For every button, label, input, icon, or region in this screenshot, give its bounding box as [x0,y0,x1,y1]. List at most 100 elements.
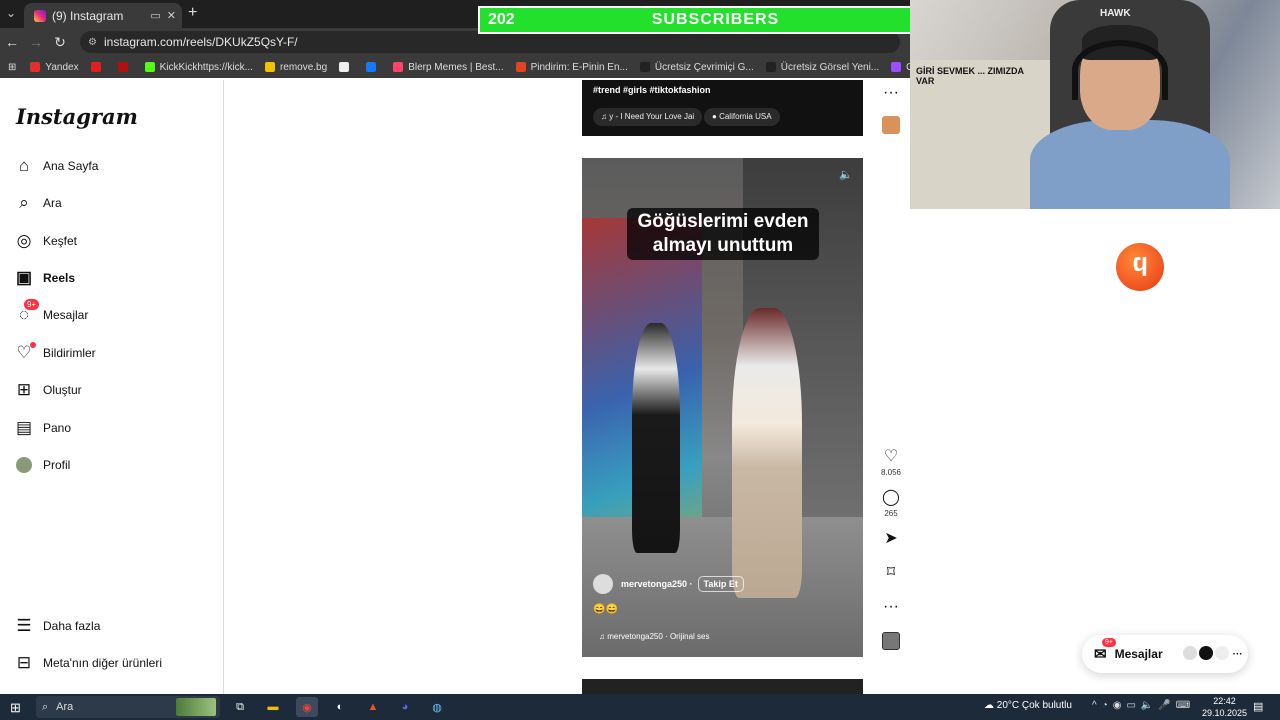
windows-taskbar: ⊞ ⌕ Ara ⧉ ▬ ◉ ◐ ▲ ◕ ◍ ☁ 20°C Çok bulutlu… [0,694,1280,720]
clock[interactable]: 22:42 29.10.2025 [1202,695,1247,719]
back-icon[interactable]: ← [0,34,24,50]
taskbar-search[interactable]: ⌕ Ara [36,696,220,718]
follow-button[interactable]: Takip Et [697,576,744,592]
file-explorer-icon[interactable]: ▬ [262,697,284,717]
bookmark-item[interactable]: Yandex [30,61,79,73]
instagram-favicon [34,9,46,22]
obs-icon[interactable]: ◐ [329,697,351,717]
previous-reel[interactable]: #trend #girls #tiktokfashion ♫ y - I Nee… [582,80,863,136]
hashtags[interactable]: #trend #girls #tiktokfashion [593,85,711,95]
avatar-icon [14,455,34,475]
more-options-icon[interactable]: ··· [876,84,906,102]
sidebar-item-ke-fet[interactable]: ◎ Keşfet [14,227,214,255]
volume-icon[interactable]: 🔈 [839,168,853,181]
audio-thumbnail[interactable] [882,116,900,134]
tab-media-icon[interactable]: ▭ [150,9,160,22]
bookmark-favicon-icon [891,62,902,72]
bookmark-label: remove.bg [279,61,328,73]
bookmark-item[interactable]: remove.bg [264,61,328,73]
audio-chip-label: y - I Need Your Love Jai [609,112,695,121]
sidebar-item-label: Keşfet [43,234,78,248]
subscriber-count: 202 [488,11,515,28]
more-icon: ··· [1232,648,1243,660]
sidebar-item-more[interactable]: ☰ Daha fazla [14,612,214,640]
tab-search-icon[interactable]: ⌄ [6,6,16,20]
apps-icon[interactable]: ⊞ [8,62,16,73]
headset [1072,40,1168,100]
sidebar-item-label: Reels [43,271,76,285]
forward-icon[interactable]: → [24,34,48,50]
chrome-icon[interactable]: ◉ [296,697,318,717]
weather-widget[interactable]: ☁ 20°C Çok bulutlu [984,700,1072,711]
notification-icon[interactable]: ▤ [1253,700,1263,713]
sidebar-item-pano[interactable]: ▤ Pano [14,414,214,442]
reel-audio[interactable]: ♫ mervetonga250 · Orijinal ses [599,632,710,641]
search-label: Ara [56,701,74,713]
sidebar-item-olu-tur[interactable]: ⊞ Oluştur [14,376,214,404]
reload-icon[interactable]: ↻ [48,34,72,51]
webcam-feed: GİRİ SEVMEK ... ZIMIZDA VAR HAWK [910,0,1280,209]
author-username[interactable]: mervetonga250 · [621,579,693,589]
search-icon: ⌕ [42,700,49,713]
bookmark-item[interactable]: Ücretsiz Çevrimiçi G... [639,61,754,73]
reel-video[interactable]: Göğüslerimi evden almayı unuttum 🔈 merve… [582,158,863,657]
task-view-icon[interactable]: ⧉ [229,697,251,717]
sidebar-item-label: Profil [43,458,71,472]
messages-pill[interactable]: ✉ 9+ Mesajlar ··· [1082,635,1248,673]
tab-title: (9) Instagram [52,8,124,23]
bookmark-item[interactable]: Ücretsiz Görsel Yeni... [765,62,879,73]
bookmark-item[interactable] [117,62,133,72]
sidebar-item-label: Meta'nın diğer ürünleri [43,656,163,670]
location-chip[interactable]: ● California USA [704,108,780,126]
sidebar-item-meta[interactable]: ⊟ Meta'nın diğer ürünleri [14,649,214,677]
bookmark-item[interactable]: KickKickhttps://kick... [144,62,253,73]
bookmark-favicon-icon [765,62,776,72]
comment-icon[interactable]: ◯ [876,489,906,507]
sidebar-item-ana-sayfa[interactable]: ⌂ Ana Sayfa [14,152,214,180]
share-icon[interactable]: ➤ [876,530,906,548]
windows-start-icon[interactable]: ⊞ [10,700,21,716]
dashboard-icon: ▤ [15,418,33,437]
more-options-icon[interactable]: ··· [876,598,906,616]
sidebar-item-label: Pano [43,421,72,435]
app-icon[interactable]: ▲ [362,697,384,717]
messenger-icon: ✉ 9+ [1094,638,1116,663]
bookmark-favicon-icon [117,62,128,72]
new-tab-button[interactable]: + [188,4,197,22]
audio-chip[interactable]: ♫ y - I Need Your Love Jai [593,108,703,126]
author-avatar[interactable] [593,574,613,594]
audio-thumbnail[interactable] [882,632,900,650]
sidebar-item-profil[interactable]: Profil [14,451,214,479]
bookmark-item[interactable] [90,62,106,72]
poster-text: GİRİ SEVMEK ... ZIMIZDA VAR [916,66,1024,86]
sidebar-item-mesajlar[interactable]: ◌ 9+ Mesajlar [14,299,214,329]
sidebar-item-ara[interactable]: ⌕ Ara [14,189,214,217]
address-bar[interactable]: ⚙ instagram.com/reels/DKUkZ5QsY-F/ [80,31,900,53]
bookmark-label: Ücretsiz Çevrimiçi G... [654,61,754,73]
bookmark-item[interactable]: Blerp Memes | Best... [393,62,504,73]
bookmark-label: Yandex [45,61,79,73]
bookmark-item[interactable] [339,62,354,72]
system-tray-icons[interactable]: ^◔◉▭🔈🎤⌨ [1092,700,1195,711]
bookmark-item[interactable] [366,62,381,72]
unread-badge: 9+ [24,299,40,310]
tab-instagram[interactable]: (9) Instagram ▭ ✕ [24,3,182,28]
person-left [632,323,680,553]
bookmark-icon[interactable]: ⌑ [876,564,906,582]
steam-icon[interactable]: ◍ [426,697,448,717]
subscriber-label: SUBSCRIBERS [651,11,780,28]
bookmark-item[interactable]: Pindirim: E-Pinin En... [515,62,628,73]
next-reel[interactable] [582,679,863,694]
search-highlight-image [176,698,216,716]
sidebar-item-reels[interactable]: ▣ Reels [14,264,214,292]
sidebar-item-bildirimler[interactable]: ♡ Bildirimler [14,339,214,367]
site-info-icon[interactable]: ⚙ [88,37,97,48]
sidebar-item-label: Ara [43,196,62,210]
heart-icon[interactable]: ♡ [876,448,906,466]
close-icon[interactable]: ✕ [167,9,176,22]
discord-icon[interactable]: ◕ [394,697,416,717]
avatar [1182,645,1197,660]
reel-author: mervetonga250 · Takip Et [593,574,744,594]
instagram-logo[interactable]: Instagram [16,104,138,129]
subscriber-goal-bar: 202 SUBSCRIBERS 200 [478,6,953,34]
